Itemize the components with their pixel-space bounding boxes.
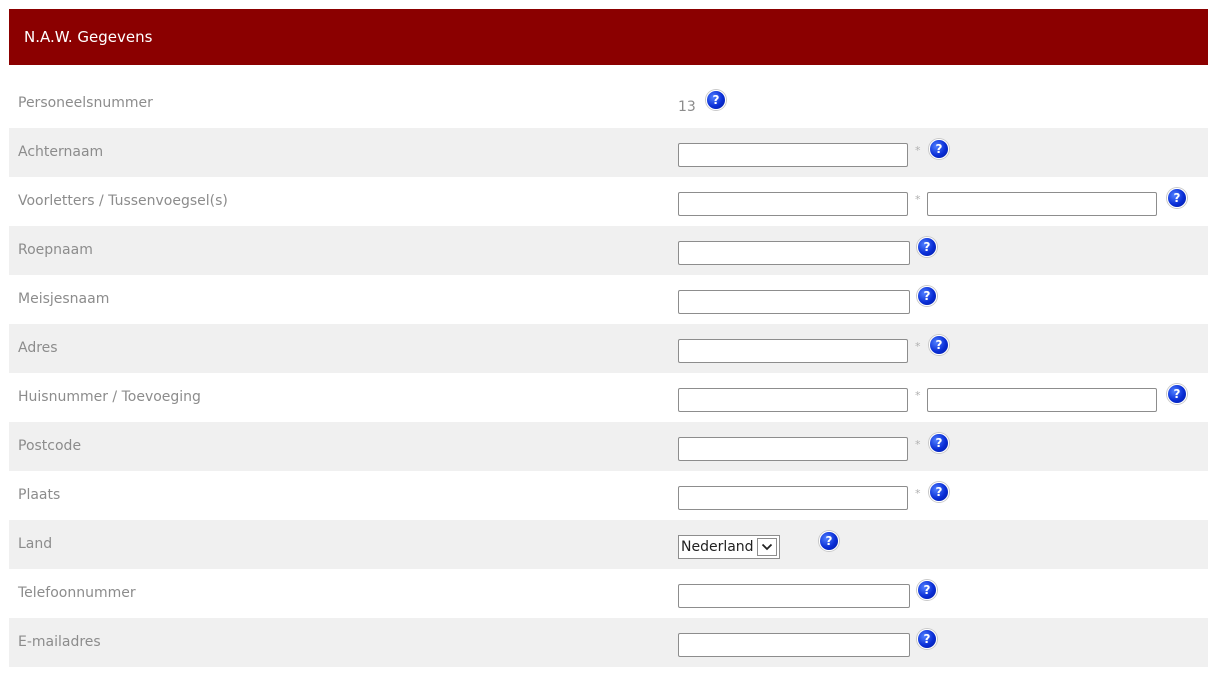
help-icon[interactable]: ?: [917, 580, 937, 600]
label-land: Land: [18, 536, 53, 552]
achternaam-input[interactable]: [678, 143, 908, 167]
required-marker: *: [915, 144, 921, 157]
help-icon[interactable]: ?: [929, 482, 949, 502]
help-icon[interactable]: ?: [917, 629, 937, 649]
toevoeging-input[interactable]: [927, 388, 1157, 412]
personeelsnummer-value: 13: [678, 99, 696, 115]
label-meisjesnaam: Meisjesnaam: [18, 291, 110, 307]
plaats-input[interactable]: [678, 486, 908, 510]
emailadres-input[interactable]: [678, 633, 910, 657]
row-personeelsnummer: Personeelsnummer 13 ?: [9, 79, 1208, 128]
row-plaats: Plaats * ?: [9, 471, 1208, 520]
label-roepnaam: Roepnaam: [18, 242, 93, 258]
help-icon[interactable]: ?: [1167, 188, 1187, 208]
help-icon[interactable]: ?: [819, 531, 839, 551]
required-marker: *: [915, 193, 921, 206]
land-select[interactable]: Nederland: [678, 535, 780, 559]
label-emailadres: E-mailadres: [18, 634, 101, 650]
chevron-down-icon[interactable]: [756, 538, 777, 556]
voorletters-input[interactable]: [678, 192, 908, 216]
naw-form-panel: N.A.W. Gegevens Personeelsnummer 13 ? Ac…: [9, 9, 1208, 667]
land-select-value: Nederland: [681, 539, 754, 555]
form-rows: Personeelsnummer 13 ? Achternaam * ? Voo…: [9, 79, 1208, 667]
chevron-down-icon-glyph: [761, 543, 772, 551]
label-voorletters-tussenvoegsels: Voorletters / Tussenvoegsel(s): [18, 193, 228, 209]
required-marker: *: [915, 389, 921, 402]
label-postcode: Postcode: [18, 438, 82, 454]
label-plaats: Plaats: [18, 487, 61, 503]
required-marker: *: [915, 340, 921, 353]
tussenvoegsels-input[interactable]: [927, 192, 1157, 216]
row-achternaam: Achternaam * ?: [9, 128, 1208, 177]
label-achternaam: Achternaam: [18, 144, 104, 160]
help-icon[interactable]: ?: [917, 286, 937, 306]
postcode-input[interactable]: [678, 437, 908, 461]
row-huisnummer-toevoeging: Huisnummer / Toevoeging * ?: [9, 373, 1208, 422]
help-icon[interactable]: ?: [1167, 384, 1187, 404]
row-roepnaam: Roepnaam ?: [9, 226, 1208, 275]
panel-title: N.A.W. Gegevens: [24, 28, 153, 46]
row-postcode: Postcode * ?: [9, 422, 1208, 471]
row-adres: Adres * ?: [9, 324, 1208, 373]
row-telefoonnummer: Telefoonnummer ?: [9, 569, 1208, 618]
row-meisjesnaam: Meisjesnaam ?: [9, 275, 1208, 324]
roepnaam-input[interactable]: [678, 241, 910, 265]
panel-header: N.A.W. Gegevens: [9, 9, 1208, 65]
help-icon[interactable]: ?: [929, 139, 949, 159]
row-emailadres: E-mailadres ?: [9, 618, 1208, 667]
help-icon[interactable]: ?: [917, 237, 937, 257]
required-marker: *: [915, 438, 921, 451]
required-marker: *: [915, 487, 921, 500]
meisjesnaam-input[interactable]: [678, 290, 910, 314]
help-icon[interactable]: ?: [929, 335, 949, 355]
row-voorletters-tussenvoegsels: Voorletters / Tussenvoegsel(s) * ?: [9, 177, 1208, 226]
label-huisnummer-toevoeging: Huisnummer / Toevoeging: [18, 389, 201, 405]
huisnummer-input[interactable]: [678, 388, 908, 412]
help-icon[interactable]: ?: [929, 433, 949, 453]
adres-input[interactable]: [678, 339, 908, 363]
row-land: Land Nederland ?: [9, 520, 1208, 569]
label-telefoonnummer: Telefoonnummer: [18, 585, 136, 601]
telefoonnummer-input[interactable]: [678, 584, 910, 608]
help-icon[interactable]: ?: [706, 90, 726, 110]
label-personeelsnummer: Personeelsnummer: [18, 95, 153, 111]
label-adres: Adres: [18, 340, 58, 356]
